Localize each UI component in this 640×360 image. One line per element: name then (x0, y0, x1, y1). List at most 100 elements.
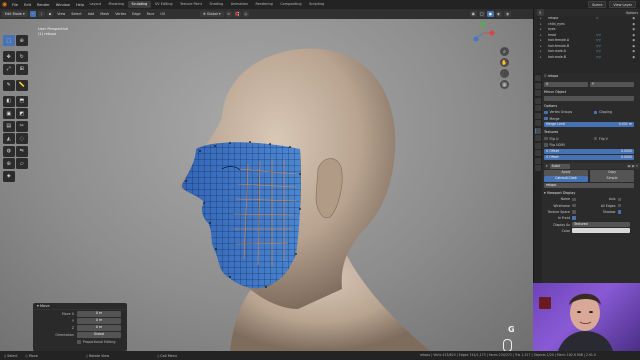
mirror-object-field[interactable] (544, 96, 634, 102)
u-offset-field[interactable]: U Offset 0.0000 (544, 148, 634, 154)
navigation-gizmo[interactable] (470, 21, 496, 45)
orientation-field[interactable]: Global (77, 332, 121, 338)
tab-shading[interactable]: Shading (206, 1, 227, 8)
proportional-checkbox[interactable] (77, 339, 81, 344)
menu-file[interactable]: File (9, 3, 21, 7)
catmull-clark-button[interactable]: Catmull-Clark (544, 176, 588, 182)
color-swatch[interactable] (572, 228, 630, 234)
modifier-toggles-icon[interactable]: ▣ ◉ ✕ (628, 164, 639, 168)
apply-button[interactable]: Apply (544, 170, 588, 176)
world-tab-icon[interactable] (535, 112, 541, 119)
mirror-axis-y[interactable]: Y (590, 82, 634, 88)
mirror-axis-x[interactable]: X (544, 82, 588, 88)
texture-space-checkbox[interactable] (572, 210, 576, 214)
copy-button[interactable]: Copy (590, 170, 634, 176)
all-edges-checkbox[interactable] (617, 203, 621, 208)
status-select-hint: 🖱 Select (4, 353, 18, 358)
shadow-label: Shadow (602, 209, 616, 214)
simple-button[interactable]: Simple (590, 176, 634, 182)
status-bar: 🖱 Select 🖱 Move 🖱 Rotate View 🖱 Call Men… (0, 351, 640, 360)
data-tab-icon[interactable] (535, 157, 541, 164)
outliner-options[interactable]: Options (626, 11, 638, 15)
properties-body: ▽ retopo X Y Mirror Object Options Verte… (544, 73, 640, 234)
flip-u-label: Flip U (549, 136, 559, 141)
view-layer-tab-icon[interactable] (535, 97, 541, 104)
wireframe-checkbox[interactable] (572, 203, 576, 208)
object-tab-icon[interactable] (535, 120, 541, 126)
eye-icon[interactable]: ◉ (632, 55, 635, 61)
3d-viewport[interactable]: Edit Mode ▾ · / ▪ View Select Add Mesh V… (0, 9, 533, 351)
outliner: ⚲ Options ▸ retopo ▽ ◉ ▸ child_eyes ◉ ▸ eyes ◉ … (534, 9, 640, 73)
head-model (179, 48, 430, 351)
move-y-label: Y (71, 318, 74, 323)
texture-space-label: Texture Space (547, 209, 570, 214)
flip-udim-checkbox[interactable] (544, 143, 548, 147)
operator-row: Proportional Editing (33, 339, 127, 346)
merge-checkbox[interactable] (544, 116, 548, 121)
camera-icon[interactable]: 🎥 (500, 69, 509, 78)
list-item[interactable]: ▸ hair.male.B ▽▽ ◉ (534, 55, 640, 61)
zoom-icon[interactable]: ⌕ (500, 47, 509, 56)
scene-tab-icon[interactable] (535, 105, 541, 111)
name-checkbox[interactable] (572, 197, 576, 202)
constraints-tab-icon[interactable] (535, 150, 541, 156)
tab-scripting[interactable]: Scripting (306, 1, 328, 8)
flip-v-checkbox[interactable] (593, 136, 597, 141)
tab-modeling[interactable]: Modeling (105, 1, 127, 8)
modifier-tab-icon[interactable] (535, 127, 541, 134)
last-operator-panel: ▾ Move Move X 0 m Y 0 m Z 0 m Orientatio… (33, 303, 127, 351)
operator-row: Y 0 m (33, 318, 127, 325)
tab-texture-paint[interactable]: Texture Paint (177, 1, 206, 8)
status-move-hint: 🖱 Move (25, 353, 38, 358)
output-tab-icon[interactable] (535, 90, 541, 96)
move-y-field[interactable]: 0 m (77, 318, 121, 324)
move-x-field[interactable]: 0 m (77, 311, 121, 317)
scene-selector[interactable]: Scene (588, 1, 607, 8)
proportional-label: Proportional Editing (83, 339, 116, 344)
menu-render[interactable]: Render (34, 3, 53, 7)
tab-animation[interactable]: Animation (227, 1, 251, 8)
subsurf-target-field[interactable]: retopo (544, 183, 634, 189)
tab-sculpting[interactable]: Sculpting (127, 1, 151, 8)
tab-rendering[interactable]: Rendering (252, 1, 276, 8)
grid-icon[interactable]: ▦ (500, 80, 509, 89)
tab-compositing[interactable]: Compositing (277, 1, 305, 8)
tab-layout[interactable]: Layout (86, 1, 105, 8)
v-offset-field[interactable]: V Offset 0.0000 (544, 155, 634, 161)
axis-checkbox[interactable] (617, 197, 621, 202)
wireframe-label: Wireframe (553, 203, 570, 208)
top-right-controls: Scene View Layer (588, 1, 636, 8)
material-tab-icon[interactable] (535, 165, 541, 171)
move-z-field[interactable]: 0 m (77, 325, 121, 331)
display-as-select[interactable]: Textured (572, 222, 630, 227)
in-front-label: In Front (557, 216, 570, 221)
subsurf-name-field[interactable]: Subd (549, 163, 570, 169)
operator-title[interactable]: ▾ Move (33, 303, 127, 310)
in-front-checkbox[interactable] (572, 216, 576, 220)
pan-hand-icon[interactable]: ✋ (500, 58, 509, 67)
menu-window[interactable]: Window (53, 3, 73, 7)
move-x-label: Move X (61, 311, 74, 316)
top-bar: ◉ File Edit Render Window Help Layout Mo… (0, 0, 640, 9)
view-layer-selector[interactable]: View Layer (609, 1, 636, 8)
view-layer-name: View Layer (613, 3, 632, 7)
clipping-checkbox[interactable] (593, 110, 597, 115)
render-tab-icon[interactable] (535, 82, 541, 89)
blender-logo-icon[interactable]: ◉ (0, 0, 9, 9)
viewport-display-title[interactable]: ▾ Viewport Display (544, 190, 640, 196)
flip-u-checkbox[interactable] (544, 136, 548, 141)
vertex-groups-checkbox[interactable] (544, 110, 548, 115)
axis-label: Axis (608, 197, 616, 202)
tool-tab-icon[interactable] (535, 75, 541, 81)
mouse-icon (503, 339, 512, 351)
move-z-label: Z (71, 325, 74, 330)
particles-tab-icon[interactable] (535, 135, 541, 141)
merge-limit-label: Merge Limit (546, 122, 565, 127)
filter-icon[interactable]: ⚲ (537, 9, 544, 16)
physics-tab-icon[interactable] (535, 142, 541, 149)
shadow-checkbox[interactable] (617, 210, 621, 214)
merge-limit-field[interactable]: Merge Limit 0.001 m (544, 122, 634, 128)
collapse-icon[interactable]: ▾ (546, 164, 548, 168)
tab-uv-editing[interactable]: UV Editing (151, 1, 176, 8)
menu-edit[interactable]: Edit (21, 3, 34, 7)
